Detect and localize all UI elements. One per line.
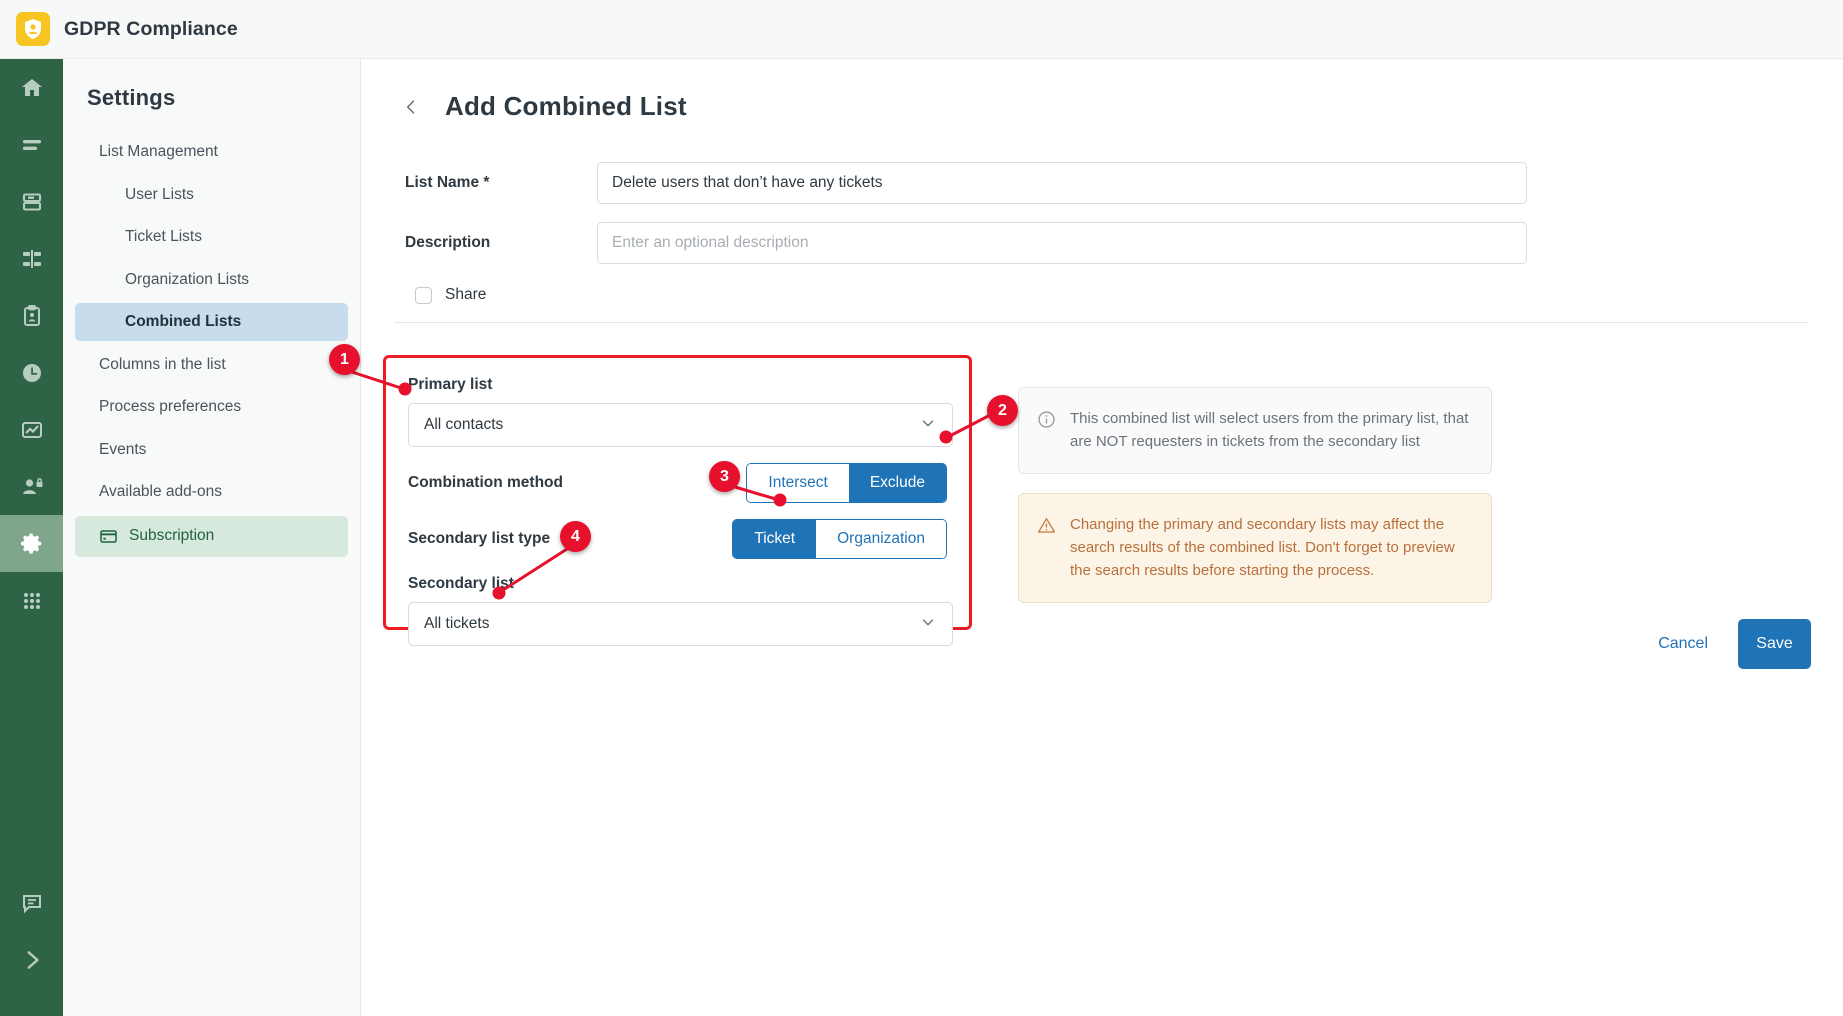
sidebar-item-combined-lists[interactable]: Combined Lists xyxy=(75,303,348,341)
list-name-input[interactable] xyxy=(597,162,1527,204)
list-name-label: List Name * xyxy=(405,174,490,191)
share-label: Share xyxy=(445,286,487,303)
combination-settings-group: Primary list All contacts Combination me… xyxy=(383,355,972,646)
clock-icon[interactable] xyxy=(0,344,63,401)
clipboard-user-icon[interactable] xyxy=(0,287,63,344)
share-row: Share xyxy=(405,286,1843,304)
info-circle-icon xyxy=(1037,408,1056,453)
secondary-list-label: Secondary list xyxy=(408,575,514,592)
share-checkbox[interactable] xyxy=(415,286,432,304)
chat-icon[interactable] xyxy=(0,874,63,931)
grid-dots-icon[interactable] xyxy=(0,572,63,629)
combination-method-exclude[interactable]: Exclude xyxy=(848,464,946,502)
warning-callout-text: Changing the primary and secondary lists… xyxy=(1070,516,1455,579)
chart-icon[interactable] xyxy=(0,401,63,458)
secondary-list-type-ticket[interactable]: Ticket xyxy=(733,520,817,558)
info-callout: This combined list will select users fro… xyxy=(1018,387,1492,474)
flow-icon[interactable] xyxy=(0,230,63,287)
description-label: Description xyxy=(405,234,491,251)
app-window: GDPR Compliance Settings List Management… xyxy=(0,0,1843,1016)
sidebar-item-list-management[interactable]: List Management xyxy=(75,133,348,171)
warning-callout: Changing the primary and secondary lists… xyxy=(1018,493,1492,604)
home-icon[interactable] xyxy=(0,59,63,116)
description-input[interactable] xyxy=(597,222,1527,264)
secondary-list-type-row: Secondary list type Ticket Organization xyxy=(408,519,947,559)
secondary-list-type-segmented: Ticket Organization xyxy=(732,519,947,559)
sidebar-item-process-preferences[interactable]: Process preferences xyxy=(75,388,348,426)
main-panel: Add Combined List List Name * Descriptio… xyxy=(361,59,1843,1016)
sidebar-item-columns-in-the-list[interactable]: Columns in the list xyxy=(75,346,348,384)
shield-user-icon xyxy=(16,12,50,46)
chevron-left-icon[interactable] xyxy=(401,95,421,119)
combination-method-intersect[interactable]: Intersect xyxy=(747,464,849,502)
description-row: Description xyxy=(405,222,1843,264)
combination-method-row: Combination method Intersect Exclude xyxy=(408,463,947,503)
form-fields: List Name * Description Share xyxy=(361,122,1843,304)
settings-sidebar: Settings List Management User Lists Tick… xyxy=(63,59,361,1016)
icon-rail xyxy=(0,59,63,1016)
sidebar-item-user-lists[interactable]: User Lists xyxy=(75,176,348,214)
sidebar-item-ticket-lists[interactable]: Ticket Lists xyxy=(75,218,348,256)
sidebar-item-events[interactable]: Events xyxy=(75,431,348,469)
sidebar-item-subscription[interactable]: Subscription xyxy=(75,515,348,557)
combination-method-segmented: Intersect Exclude xyxy=(746,463,947,503)
secondary-list-type-label: Secondary list type xyxy=(408,530,551,547)
sidebar-item-available-add-ons[interactable]: Available add-ons xyxy=(75,473,348,511)
secondary-list-select[interactable]: All tickets xyxy=(408,602,953,646)
chevron-down-icon xyxy=(919,613,937,636)
section-divider xyxy=(394,322,1808,323)
chevron-down-icon xyxy=(919,414,937,437)
sidebar-item-organization-lists[interactable]: Organization Lists xyxy=(75,261,348,299)
gear-icon[interactable] xyxy=(0,515,63,572)
user-lock-icon[interactable] xyxy=(0,458,63,515)
secondary-list-value: All tickets xyxy=(424,615,490,632)
chevron-right-icon[interactable] xyxy=(0,931,63,988)
settings-heading: Settings xyxy=(87,85,176,110)
credit-card-icon xyxy=(99,527,118,546)
warning-triangle-icon xyxy=(1037,514,1056,582)
cancel-button[interactable]: Cancel xyxy=(1654,627,1712,661)
primary-list-value: All contacts xyxy=(424,416,504,433)
lines-icon[interactable] xyxy=(0,116,63,173)
page-title: Add Combined List xyxy=(445,91,687,121)
database-icon[interactable] xyxy=(0,173,63,230)
combination-method-label: Combination method xyxy=(408,474,563,491)
info-callout-text: This combined list will select users fro… xyxy=(1070,410,1469,450)
primary-list-label: Primary list xyxy=(408,376,493,393)
list-name-row: List Name * xyxy=(405,162,1843,204)
app-title: GDPR Compliance xyxy=(64,17,238,40)
primary-list-select[interactable]: All contacts xyxy=(408,403,953,447)
sidebar-item-label: Subscription xyxy=(129,527,215,545)
form-actions: Cancel Save xyxy=(1341,619,1811,669)
top-bar: GDPR Compliance xyxy=(0,0,1843,59)
secondary-list-type-organization[interactable]: Organization xyxy=(816,520,946,558)
save-button[interactable]: Save xyxy=(1738,619,1811,669)
page-header: Add Combined List xyxy=(361,59,1843,122)
